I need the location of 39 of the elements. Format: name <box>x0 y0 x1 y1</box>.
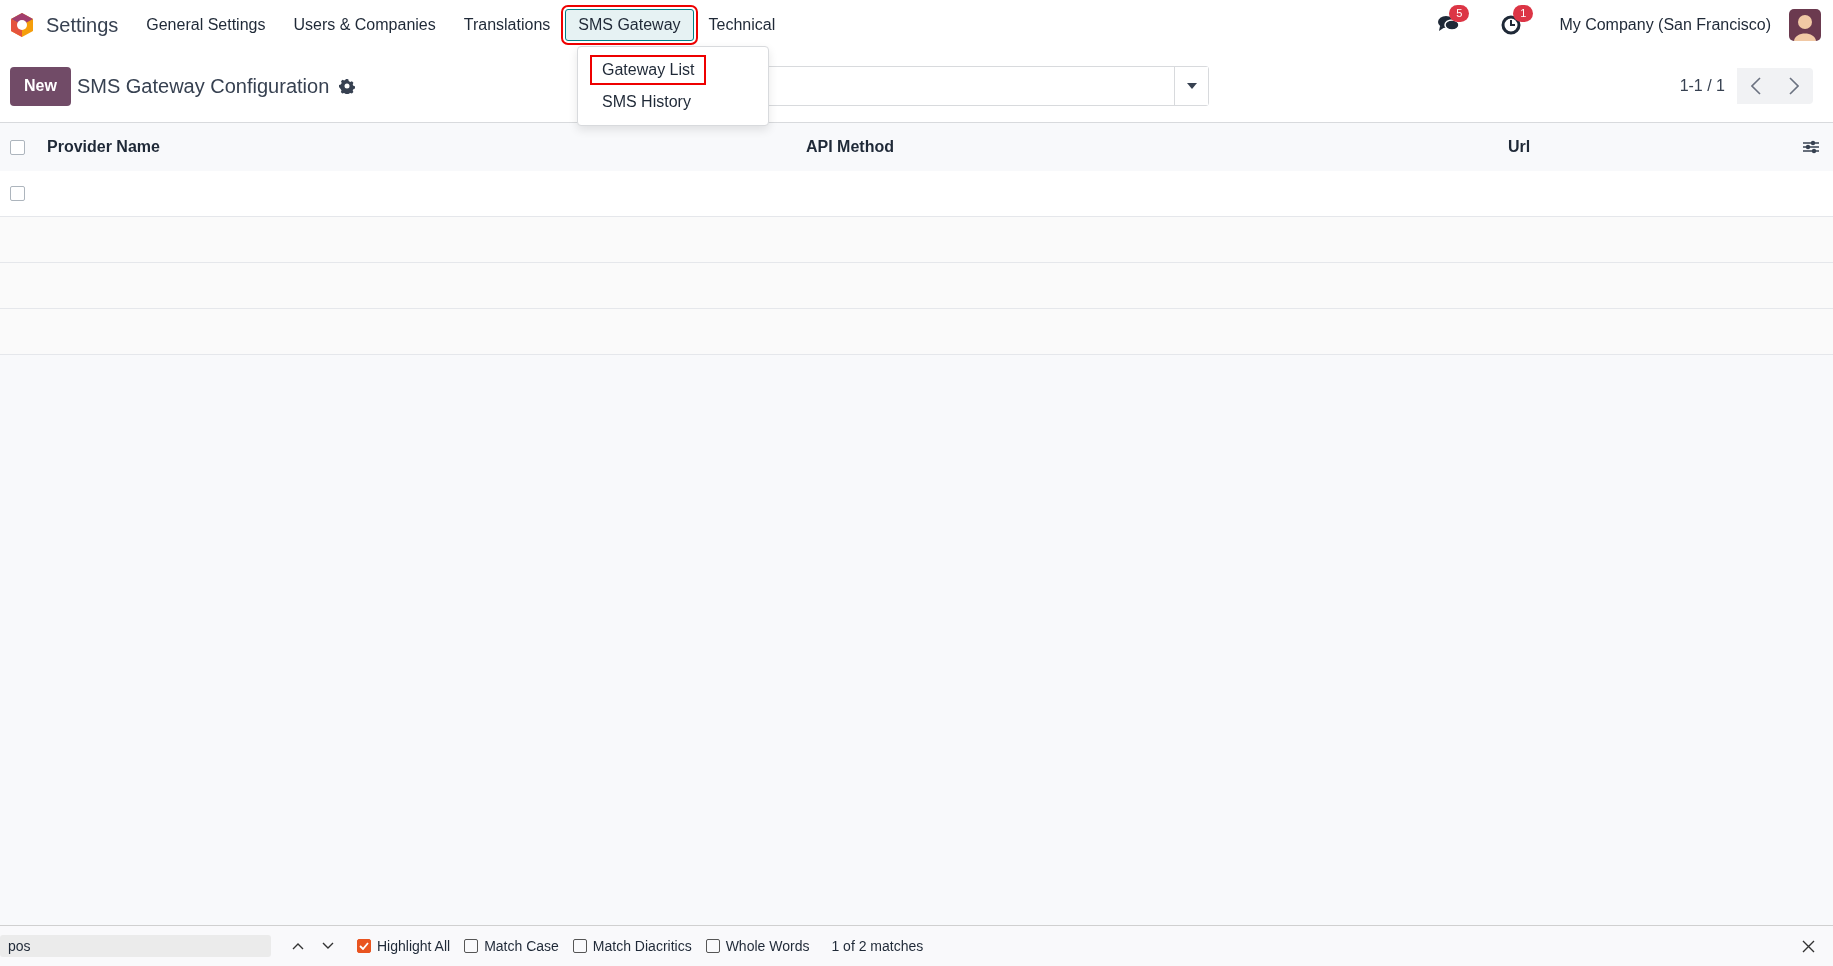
match-count: 1 of 2 matches <box>831 938 924 954</box>
chevron-right-icon <box>1789 77 1799 95</box>
column-header[interactable]: API Method <box>806 138 1508 156</box>
select-all-checkbox[interactable] <box>10 139 25 155</box>
find-field[interactable]: pos <box>0 935 271 957</box>
chevron-up-icon[interactable] <box>292 942 304 950</box>
page-title: SMS Gateway Configuration <box>76 74 330 98</box>
checkbox-label[interactable]: Match Case <box>484 938 559 954</box>
settings-icon[interactable] <box>339 78 356 94</box>
column-settings-icon[interactable] <box>1803 140 1819 154</box>
menu-item[interactable]: Translations <box>450 9 564 41</box>
checkbox-label[interactable]: Highlight All <box>377 938 451 954</box>
pager-value[interactable]: 1-1 / 1 <box>1679 77 1725 95</box>
dropdown-item[interactable]: Gateway List <box>590 55 707 85</box>
menu-item[interactable]: Users & Companies <box>280 9 449 41</box>
new-button[interactable]: New <box>10 66 71 106</box>
notification-badge: 5 <box>1449 5 1470 22</box>
app-logo-icon[interactable] <box>10 12 34 38</box>
checkbox-label[interactable]: Whole Words <box>725 938 810 954</box>
column-header[interactable]: Provider Name <box>47 138 806 156</box>
checkbox-label[interactable]: Match Diacritics <box>592 938 692 954</box>
user-avatar[interactable] <box>1789 9 1821 41</box>
caret-icon <box>1186 83 1197 89</box>
checkbox[interactable] <box>357 939 371 953</box>
menu-item[interactable]: General Settings <box>133 9 279 41</box>
app-name[interactable]: Settings <box>46 13 119 37</box>
search-options-toggle[interactable] <box>1174 67 1209 105</box>
chevron-down-icon[interactable] <box>322 942 334 950</box>
column-header[interactable]: Url <box>1508 138 1803 156</box>
company-switcher[interactable]: My Company (San Francisco) <box>1559 16 1771 34</box>
checkbox[interactable] <box>705 939 720 953</box>
chevron-left-icon <box>1751 77 1761 95</box>
checkbox[interactable] <box>464 939 479 953</box>
close-icon[interactable] <box>1802 939 1815 953</box>
checkbox[interactable] <box>572 939 587 953</box>
notification-badge: 1 <box>1513 5 1534 22</box>
row-checkbox[interactable] <box>10 186 25 201</box>
menu-item[interactable]: Technical <box>695 9 789 41</box>
dropdown-item[interactable]: SMS History <box>578 87 715 117</box>
